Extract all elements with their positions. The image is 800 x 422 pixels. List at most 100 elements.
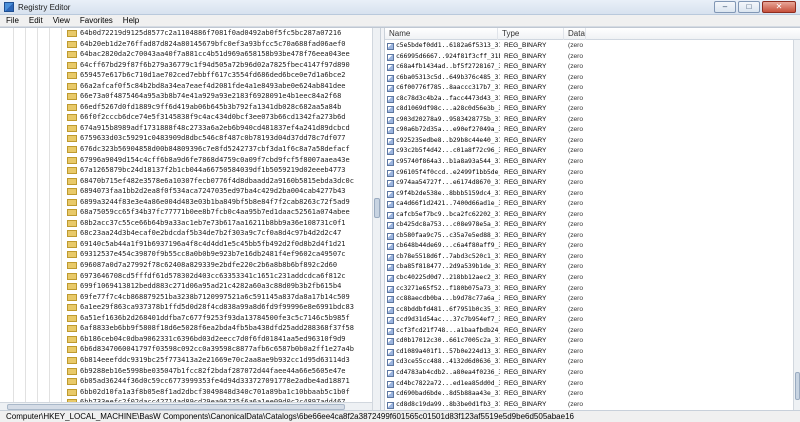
values-vertical-scroll-thumb[interactable] xyxy=(795,372,800,400)
tree-key[interactable]: 6899a3244f83e3e4a86e004d483e03b1ba849bf5… xyxy=(0,196,372,208)
tree-key[interactable]: 6a1ee29f863ca937378b1ffd5d0d28f4cd838a99… xyxy=(0,302,372,313)
tree-vertical-scroll-thumb[interactable] xyxy=(374,198,380,218)
tree-key-label[interactable]: 66a2afcaf0f5c84b2bd8a34ea7eaef4d2081fde4… xyxy=(80,81,346,92)
tree-key[interactable]: 64b20eb1d2e76ffad87d824a80145679bfc0ef3a… xyxy=(0,38,372,50)
tree-key-label[interactable]: 696087a0d7a27992f78c62408a829339e2bdfe22… xyxy=(80,260,337,271)
value-row[interactable]: c8d1069df98c...a28c0d56e3b_31bf3856ad364… xyxy=(385,104,793,115)
tree-key[interactable]: 69140c5ab44a1f91b6937196a4f8c4d4dd1e5c45… xyxy=(0,238,372,250)
tree-key-label[interactable]: 6a1ee29f863ca937378b1ffd5d0d28f4cd838a99… xyxy=(80,302,354,313)
tree-key[interactable]: 6b9288eb16e5998be035047b1fcc82f2bdaf2870… xyxy=(0,365,372,377)
tree-key[interactable]: 6bb02d10fa1a3f8b05e8f1ad2dbcf3049848d340… xyxy=(0,386,372,398)
value-row[interactable]: cd1089a401f1..57b0e224d13_31bf3856ad364e… xyxy=(385,347,793,358)
tree-key[interactable]: 68c23aa24d3b4ecaf0e2bdcdaf5b34de7b2f303a… xyxy=(0,228,372,239)
tree-key[interactable]: 66e73a0f4875464a95a3b8b74e41a929a93e2183… xyxy=(0,91,372,102)
value-row[interactable]: cbc40225d0d7..218bb12aec2_31bf3856ad364e… xyxy=(385,273,793,284)
tree-key-label[interactable]: 68a75059cc65f34b37fc77771b0ee8b7fcb0c4aa… xyxy=(80,207,350,218)
value-row[interactable]: c6ba05313c5d..649b376c485_31bf3856ad364e… xyxy=(385,73,793,84)
tree-key[interactable]: 68b2acc37c55ce66b64b9a33ac1eb7e73b617aa1… xyxy=(0,217,372,229)
tree-key[interactable]: 67a1265879bc24d18137f2b1cb044a6675058403… xyxy=(0,165,372,176)
tree-key[interactable]: 659457e617b6c710d1ae702ced7ebbff617c3554… xyxy=(0,70,372,81)
value-row[interactable]: ccf3fcd21f748...a1baafbdb24_31bf3856ad36… xyxy=(385,326,793,337)
menu-favorites[interactable]: Favorites xyxy=(80,16,113,25)
value-row[interactable]: cafcb5ef7bc9..bca2fc62202_31bf3856ad364e… xyxy=(385,210,793,221)
tree-key-label[interactable]: 64b20eb1d2e76ffad87d824a80145679bfc0ef3a… xyxy=(80,39,346,50)
tree-key[interactable]: 69fe77f7c4cb868879251ba3238b7120997521a6… xyxy=(0,291,372,303)
tree-key-label[interactable]: 699f1069413812bedd883c271d06a95ad21c4282… xyxy=(80,281,341,292)
value-row[interactable]: c90a6b72d35a...e90ef27049a_31bf3856ad364… xyxy=(385,125,793,136)
tree-key[interactable]: 676dc323b56904858d00b84809396c7e8fd52427… xyxy=(0,144,372,155)
tree-key-label[interactable]: 68b2acc37c55ce66b64b9a33ac1eb7e73b617aa1… xyxy=(80,218,346,229)
tree-key-label[interactable]: 68470b715ef482e3578e6a10307fecb0776f4d8d… xyxy=(80,176,354,187)
tree-key-label[interactable]: 659457e617b6c710d1ae702ced7ebbff617c3554… xyxy=(80,70,346,81)
tree-key-label[interactable]: 69312537e454c39870f9b55cc8a0b0b9e923b7e1… xyxy=(80,249,346,260)
value-row[interactable]: c68a4fb1434ad..bf5f2728167_31bf3856ad364… xyxy=(385,62,793,73)
tree-key[interactable]: 68a75059cc65f34b37fc77771b0ee8b7fcb0c4aa… xyxy=(0,207,372,218)
value-row[interactable]: c93c2b5f4d42...c01a8f72c96_31bf3856ad364… xyxy=(385,146,793,157)
tree-key[interactable]: 66a2afcaf0f5c84b2bd8a34ea7eaef4d2081fde4… xyxy=(0,80,372,92)
tree-key[interactable]: 674a915b8989adf1731888f48c2733a6a2eb6b94… xyxy=(0,122,372,134)
value-row[interactable]: c974aa54727f...e6174d8670_31bf3856ad364e… xyxy=(385,178,793,189)
tree-key-label[interactable]: 6af8833eb6bb9f5808f18d6e5028f6ea2bda4fb5… xyxy=(80,323,354,334)
value-row[interactable]: cd8d8c19da99..8b3be0d1fb3_31bf3856ad364e… xyxy=(385,400,793,411)
tree-key-label[interactable]: 676dc323b56904858d00b84809396c7e8fd52427… xyxy=(80,144,350,155)
tree-key[interactable]: 6973646708cd5fffdf61d578302d403cc6335334… xyxy=(0,270,372,282)
value-row[interactable]: c66995d6667..924f81f3cff_31bf3856ad364e3… xyxy=(385,52,793,63)
value-row[interactable]: c96105f4f0ccd..e2499f1bb5de_31bf3856ad36… xyxy=(385,168,793,179)
tree-key-label[interactable]: 6b9288eb16e5998be035047b1fcc82f2bdaf2870… xyxy=(80,366,346,377)
tree-key-label[interactable]: 6973646708cd5fffdf61d578302d403cc6335334… xyxy=(80,271,346,282)
values-vertical-scrollbar[interactable] xyxy=(793,40,800,411)
tree-key-label[interactable]: 67a1265879bc24d18137f2b1cb044a6675058403… xyxy=(80,165,346,176)
menu-view[interactable]: View xyxy=(53,16,70,25)
tree-key-label[interactable]: 6759633d03c59291c0483909d8dbc546c8f487c0… xyxy=(80,133,346,144)
value-row[interactable]: c8c78d3c4b2a..facc4473d43_31bf3856ad364e… xyxy=(385,94,793,105)
tree-key-label[interactable]: 66e73a0f4875464a95a3b8b74e41a929a93e2183… xyxy=(80,91,341,102)
tree-key-label[interactable]: 6b814eeefddc9319bc25f773413a2e21669e70c2… xyxy=(80,355,350,366)
value-row[interactable]: cb425dc8a753...c08e978e5a_31bf3856ad364e… xyxy=(385,220,793,231)
value-row[interactable]: cb580faa9c75..c35a7e5ed88_31bf3856ad364e… xyxy=(385,231,793,242)
value-row[interactable]: cba85f818477..2d9a539b1de_31bf3856ad364e… xyxy=(385,262,793,273)
value-row[interactable]: c95740f864a3..b1a8a93a544_31bf3856ad364e… xyxy=(385,157,793,168)
tree-key[interactable]: 66f0f2cccb6dce74e5f3145838f9c4ac434d0bcf… xyxy=(0,112,372,123)
value-row[interactable]: ca4d66f1d2421..7400d66ad1e_31bf3856ad364… xyxy=(385,199,793,210)
tree-key[interactable]: 699f1069413812bedd883c271d06a95ad21c4282… xyxy=(0,281,372,292)
tree-key-label[interactable]: 6899a3244f83e3e4a86e004d483e03b1ba849bf5… xyxy=(80,197,350,208)
column-header-name[interactable]: Name xyxy=(385,28,498,40)
tree-key[interactable]: 64bac2820da2c70043aa40f7a881cc4b51d969a6… xyxy=(0,49,372,60)
tree-key[interactable]: 696087a0d7a27992f78c62408a829339e2bdfe22… xyxy=(0,260,372,271)
menu-edit[interactable]: Edit xyxy=(29,16,43,25)
value-row[interactable]: c9f4b2de538e..8bbb5159dc4_31bf3856ad364e… xyxy=(385,189,793,200)
tree-key[interactable]: 6894073faa1bb2d2ea8f0f534aca7247035ed97b… xyxy=(0,186,372,197)
tree-key[interactable]: 6759633d03c59291c0483909d8dbc546c8f487c0… xyxy=(0,133,372,145)
tree-key-label[interactable]: 6b6d8347060041797f03598c092cc0a39598c887… xyxy=(80,344,354,355)
value-row[interactable]: c925235edbe8..b29b8c44e40_31bf3856ad364e… xyxy=(385,136,793,147)
column-header-type[interactable]: Type xyxy=(498,28,564,40)
menu-file[interactable]: File xyxy=(6,16,19,25)
tree-key-label[interactable]: 64cff67bd29f87f6b279a36779c1f94d505a72b9… xyxy=(80,60,350,71)
tree-key[interactable]: 68470b715ef482e3578e6a10307fecb0776f4d8d… xyxy=(0,175,372,187)
value-row[interactable]: cd3ce55cc488..4132d6d0636_31bf3856ad364e… xyxy=(385,357,793,368)
tree-key-label[interactable]: 66edf5267d0fd1889c9ff6d419ab06b645b3b792… xyxy=(80,102,341,113)
tree-key-label[interactable]: 64bac2820da2c70043aa40f7a881cc4b51d969a6… xyxy=(80,49,350,60)
tree-key-label[interactable]: 67996a9049d154c4cff6b8a9d6fe7868d4759c0a… xyxy=(80,155,350,166)
value-row[interactable]: cd0b17012c30..661c7005c2a_31bf3856ad364e… xyxy=(385,336,793,347)
tree-key-label[interactable]: 68c23aa24d3b4ecaf0e2bdcdaf5b34de7b2f303a… xyxy=(80,228,341,239)
value-row[interactable]: c5e5bdef0dd1..6182a6f5313_31bf3856ad364e… xyxy=(385,41,793,52)
value-row[interactable]: cc88aecdb0ba...b9d78c77a6a_31bf3856ad364… xyxy=(385,294,793,305)
tree-vertical-scrollbar[interactable] xyxy=(372,28,380,411)
tree-key-label[interactable]: 6bb02d10fa1a3f8b05e8f1ad2dbcf3049848d340… xyxy=(80,387,350,398)
value-row[interactable]: c6f00776f785..8aaccc317b7_31bf3856ad364e… xyxy=(385,83,793,94)
tree-key[interactable]: 6b05ad36244f36d0c59cc6773999353fe4d94d33… xyxy=(0,376,372,387)
maximize-button[interactable]: □ xyxy=(738,1,760,13)
tree-key[interactable]: 6b6d8347060041797f03598c092cc0a39598c887… xyxy=(0,344,372,355)
tree-key-label[interactable]: 66f0f2cccb6dce74e5f3145838f9c4ac434d0bcf… xyxy=(80,112,346,123)
tree-key[interactable]: 67996a9049d154c4cff6b8a9d6fe7868d4759c0a… xyxy=(0,154,372,166)
tree-key-label[interactable]: 64b0d72219d9125d8577c2a1104886f7081f0ad0… xyxy=(80,28,341,39)
menu-help[interactable]: Help xyxy=(123,16,139,25)
value-row[interactable]: cd690bad6bde..8d5b88aa43e_31bf3856ad364e… xyxy=(385,389,793,400)
tree-key[interactable]: 6b186ceb04c0dba9062331c6396bd03d2eecc7d0… xyxy=(0,333,372,345)
tree-key[interactable]: 64cff67bd29f87f6b279a36779c1f94d505a72b9… xyxy=(0,59,372,71)
value-row[interactable]: ccd9d31d54ac...37c7b954ef7_31bf3856ad364… xyxy=(385,315,793,326)
tree-key-label[interactable]: 6894073faa1bb2d2ea8f0f534aca7247035ed97b… xyxy=(80,186,346,197)
tree-key-label[interactable]: 69fe77f7c4cb868879251ba3238b7120997521a6… xyxy=(80,292,350,303)
close-button[interactable]: ✕ xyxy=(762,1,796,13)
